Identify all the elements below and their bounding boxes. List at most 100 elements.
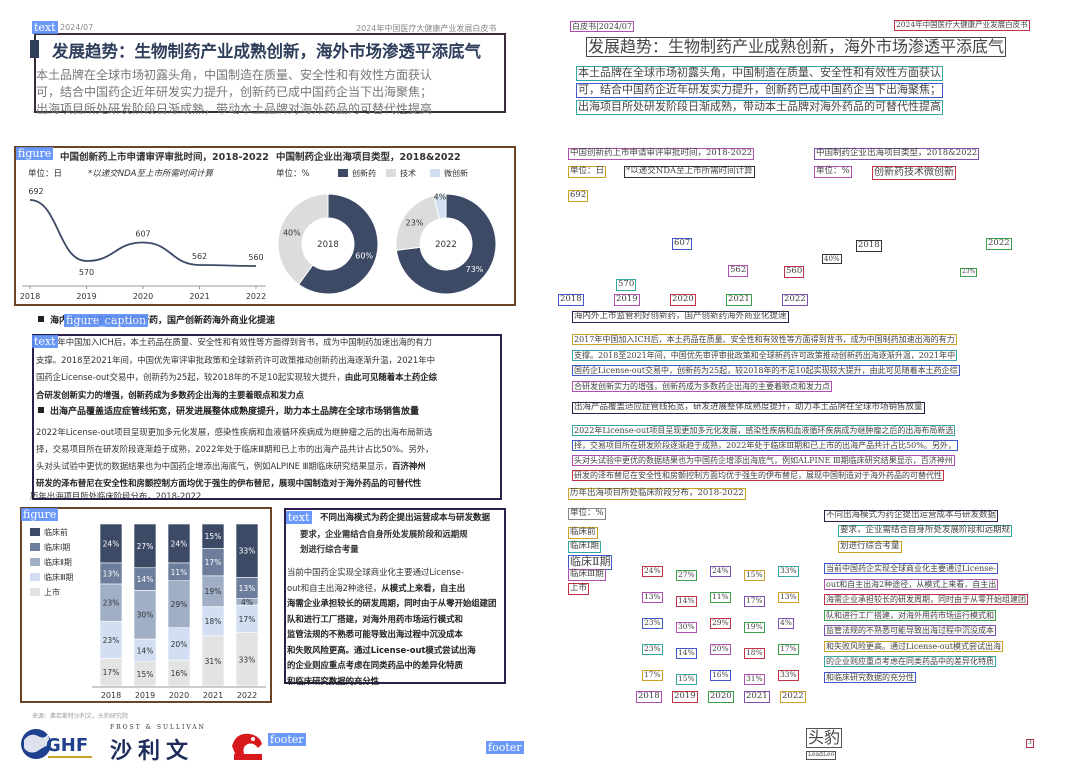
ocr-box: 不同出海模式为药企提出运营成本与研发数据 bbox=[824, 510, 999, 522]
ocr-section2-line: 择，交易项目所在研发阶段逐渐趋于成熟，2022年处于临床Ⅲ期和已上市的出海产品共… bbox=[572, 440, 958, 452]
ocr-box: 3 bbox=[1026, 739, 1034, 748]
ocr-bar-year: 2020 bbox=[708, 691, 734, 703]
section2-line: 头对头试验中更优的数据结果也为中国药企增添出海底气，例如ALPINE Ⅲ期临床研… bbox=[36, 461, 426, 471]
x-tick-label: 2019 bbox=[76, 292, 96, 301]
x-tick-label: 2021 bbox=[203, 691, 223, 700]
section1-line: 2017年中国加入ICH后，本土药品在质量、安全性和有效性等方面得到背书，成为中… bbox=[36, 337, 433, 347]
chart2-title: 中国制药企业出海项目类型，2018&2022 bbox=[276, 152, 461, 163]
section3-line: 的企业则应重点考虑在同类药品中的差异化特质 bbox=[287, 660, 463, 670]
ocr-section2-line: 研发的泽布替尼在安全性和房颤控制方面均优于强生的伊布替尼，展现中国制造对于海外药… bbox=[572, 470, 944, 482]
chart2-legend-tech: 技术 bbox=[386, 168, 416, 179]
section3-line: 和临床研究数据的充分性 bbox=[287, 675, 380, 686]
ocr-box: 单位：% bbox=[814, 166, 852, 178]
chart3-legend-item: 临床Ⅲ期 bbox=[30, 572, 74, 583]
ocr-box: 中国制药企业出海项目类型，2018&2022 bbox=[814, 148, 980, 160]
ocr-box: 中国创新药上市申请审评审批时间，2018-2022 bbox=[568, 148, 755, 160]
ocr-bar-value: 16% bbox=[710, 670, 731, 681]
ocr-bar-value: 24% bbox=[710, 566, 731, 577]
bar-data-label: 17% bbox=[205, 558, 222, 567]
ocr-bar-value: 27% bbox=[676, 570, 697, 581]
bar-data-label: 30% bbox=[137, 611, 154, 620]
ocr-section3-line: 和失败风险更高。通过License-out模式尝试出海 bbox=[824, 640, 1003, 652]
ocr-line-value: 692 bbox=[568, 190, 589, 202]
slice-label: 4% bbox=[434, 192, 447, 201]
section2-title: 出海产品覆盖适应症管线拓宽，研发进展整体成熟度提升，助力本土品牌在全球市场销售放… bbox=[38, 404, 419, 417]
ocr-donut-label: 40% bbox=[822, 254, 842, 265]
ocr-donut-label: 2018 bbox=[856, 240, 882, 252]
ocr-line-value: 562 bbox=[728, 265, 749, 277]
bar-data-label: 13% bbox=[239, 584, 256, 593]
bar-data-label: 16% bbox=[171, 669, 188, 678]
ocr-bar-value: 33% bbox=[778, 566, 799, 577]
donut-center-label: 2018 bbox=[317, 240, 339, 250]
bar-data-label: 19% bbox=[205, 587, 222, 596]
section2-line: 研发的泽布替尼在安全性和房颤控制方面均优于强生的伊布替尼，展现中国制造对于海外药… bbox=[36, 478, 422, 488]
x-tick-label: 2022 bbox=[246, 292, 266, 301]
ocr-bar-year: 2021 bbox=[744, 691, 770, 703]
intro-line-3: 出海项目所处研发阶段日渐成熟，带动本土品牌对海外药品的可替代性提高 bbox=[36, 102, 433, 116]
ocr-bar-value: 17% bbox=[778, 644, 799, 655]
chart3-legend-item: 临床Ⅰ期 bbox=[30, 542, 70, 553]
ocr-box: 单位：% bbox=[568, 508, 606, 520]
ocr-bar-value: 4% bbox=[778, 618, 794, 629]
layout-tag-figure: figure bbox=[21, 508, 59, 521]
ocr-section3-line: 海需企业承担较长的研发周期，同时由于从零开始组建团 bbox=[824, 594, 1028, 606]
x-tick-label: 2019 bbox=[135, 691, 155, 700]
bar-data-label: 18% bbox=[205, 617, 222, 626]
line-chart: 692 2018 570 2019 607 2020 562 2021 560 2022 bbox=[20, 187, 266, 301]
frost-sullivan-logo: FROST & SULLIVAN 沙利文 bbox=[110, 724, 206, 765]
chart2-unit: 单位：% bbox=[276, 169, 310, 179]
ocr-bar-value: 14% bbox=[676, 596, 697, 607]
ocr-bar-year: 2022 bbox=[780, 691, 806, 703]
x-tick-label: 2020 bbox=[133, 292, 153, 301]
page-title: 发展趋势：生物制药产业成熟创新，海外市场渗透平添底气 bbox=[52, 42, 481, 61]
ocr-bar-year: 2018 bbox=[636, 691, 662, 703]
rendered-page: text 2024/07 2024年中国医疗大健康产业发展白皮书 发展趋势：生物… bbox=[0, 0, 540, 780]
bar-data-label: 17% bbox=[103, 668, 120, 677]
ocr-section2-line: 2022年License-out项目呈现更加多元化发展，感染性疾病和血液循环疾病… bbox=[572, 425, 956, 437]
ocr-bar-value: 23% bbox=[642, 618, 663, 629]
ocr-bar-year: 2019 bbox=[672, 691, 698, 703]
section3-title-line-2: 要求，企业需结合自身所处发展阶段和远期规 bbox=[300, 529, 468, 539]
ocr-bar-value: 24% bbox=[642, 566, 663, 577]
section3-line: 队和进行工厂搭建，对海外用药市场运行模式和 bbox=[287, 613, 463, 624]
section3-title: 不同出海模式为药企提出运营成本与研发数据 bbox=[320, 513, 491, 523]
ocr-bar-value: 14% bbox=[676, 648, 697, 659]
ocr-box: 划进行综合考量 bbox=[838, 541, 902, 553]
bar-data-label: 33% bbox=[239, 655, 256, 664]
bar-data-label: 27% bbox=[137, 542, 154, 551]
bar-data-label: 24% bbox=[103, 539, 120, 548]
ocr-section1-line: 国药企License-out交易中，创新药为25起，较2018年的不足10起实现… bbox=[572, 365, 960, 377]
bar-data-label: 31% bbox=[205, 657, 222, 666]
legend-swatch bbox=[30, 558, 40, 566]
ocr-box: LeadLeo bbox=[806, 751, 837, 760]
legend-swatch bbox=[30, 588, 40, 596]
ocr-section1-line: 合研发创新实力的增强，创新药成为多数药企出海的主要着眼点和发力点 bbox=[572, 380, 832, 392]
ocr-box: 单位：日 bbox=[568, 166, 607, 178]
ocr-bar-value: 13% bbox=[642, 592, 663, 603]
data-label: 570 bbox=[79, 268, 94, 277]
layout-tag-footer: footer bbox=[268, 733, 306, 746]
ocr-line-year: 2018 bbox=[558, 294, 584, 306]
legend-swatch bbox=[30, 528, 40, 536]
ocr-overlay-page: 白皮书|2024/07 2024年中国医疗大健康产业发展白皮书 发展趋势：生物制… bbox=[540, 0, 1080, 780]
ocr-box: *以递交NDA至上市所需时间计算 bbox=[624, 166, 755, 178]
x-tick-label: 2022 bbox=[237, 691, 257, 700]
leadleo-logo bbox=[232, 733, 262, 760]
chart3-title: 历年出海项目所处临床阶段分布，2018-2022 bbox=[30, 491, 202, 501]
slice-label: 73% bbox=[466, 265, 484, 274]
section1-line: 国药企License-out交易中，创新药为25起，较2018年的不足10起实现… bbox=[36, 372, 437, 382]
bar-data-label: 33% bbox=[239, 547, 256, 556]
ocr-section2-line: 头对头试验中更优的数据结果也为中国药企增添出海底气，例如ALPINE Ⅲ期临床研… bbox=[572, 455, 955, 467]
ocr-section1-line: 2017年中国加入ICH后，本土药品在质量、安全性和有效性等方面得到背书，成为中… bbox=[572, 334, 957, 346]
frost-sullivan-en: FROST & SULLIVAN bbox=[110, 724, 206, 731]
chart3-legend-item: 临床Ⅱ期 bbox=[30, 557, 72, 568]
section3-line: 和失败风险更高。通过License-out模式尝试出海 bbox=[287, 644, 476, 655]
bar-data-label: 14% bbox=[137, 575, 154, 584]
intro-line-2: 可，结合中国药企近年研发实力提升，创新药已成中国药企当下出海聚焦； bbox=[36, 85, 433, 99]
section3-title-line-3: 划进行综合考量 bbox=[300, 544, 359, 554]
chart1-unit: 单位：日 bbox=[28, 169, 63, 179]
ocr-section3-line: 和临床研究数据的充分性 bbox=[824, 671, 916, 683]
legend-swatch bbox=[30, 543, 40, 551]
ocr-box: 白皮书|2024/07 bbox=[570, 21, 634, 33]
